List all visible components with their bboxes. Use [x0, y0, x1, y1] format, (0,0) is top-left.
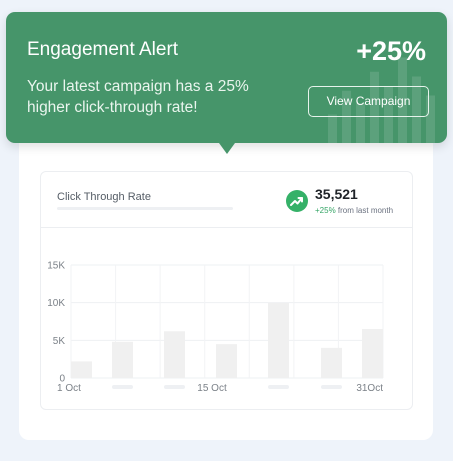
chart-bar [112, 341, 133, 378]
popup-pointer [219, 143, 235, 154]
chart-bar [71, 361, 92, 378]
chart-bar [321, 347, 342, 378]
engagement-alert-popup: Engagement Alert Your latest campaign ha… [6, 12, 447, 143]
decor-bar [328, 114, 337, 143]
x-tick-label: 31Oct [356, 383, 383, 394]
chart-bar [362, 329, 383, 378]
view-campaign-button[interactable]: View Campaign [308, 86, 429, 117]
x-tick-label: 1 Oct [57, 383, 81, 394]
chart-bar [164, 331, 185, 378]
alert-title: Engagement Alert [27, 39, 179, 60]
x-tick-label: 15 Oct [197, 383, 227, 394]
y-tick-label: 10K [47, 298, 65, 309]
click-through-bar-chart: 05K10K15K1 Oct 15 Oct 31Oct [47, 261, 384, 394]
alert-message: Your latest campaign has a 25% higher cl… [27, 78, 249, 116]
y-tick-label: 15K [47, 261, 65, 272]
y-tick-label: 5K [53, 336, 66, 347]
x-tick-placeholder [321, 385, 342, 389]
chart-bar [268, 302, 289, 378]
alert-percentage: +25% [356, 36, 426, 66]
x-tick-placeholder [268, 385, 289, 389]
x-tick-placeholder [112, 385, 133, 389]
x-tick-placeholder [164, 385, 185, 389]
metric-card: Click Through Rate 35,521 +25% from last… [40, 171, 413, 410]
chart-bar [216, 344, 237, 378]
